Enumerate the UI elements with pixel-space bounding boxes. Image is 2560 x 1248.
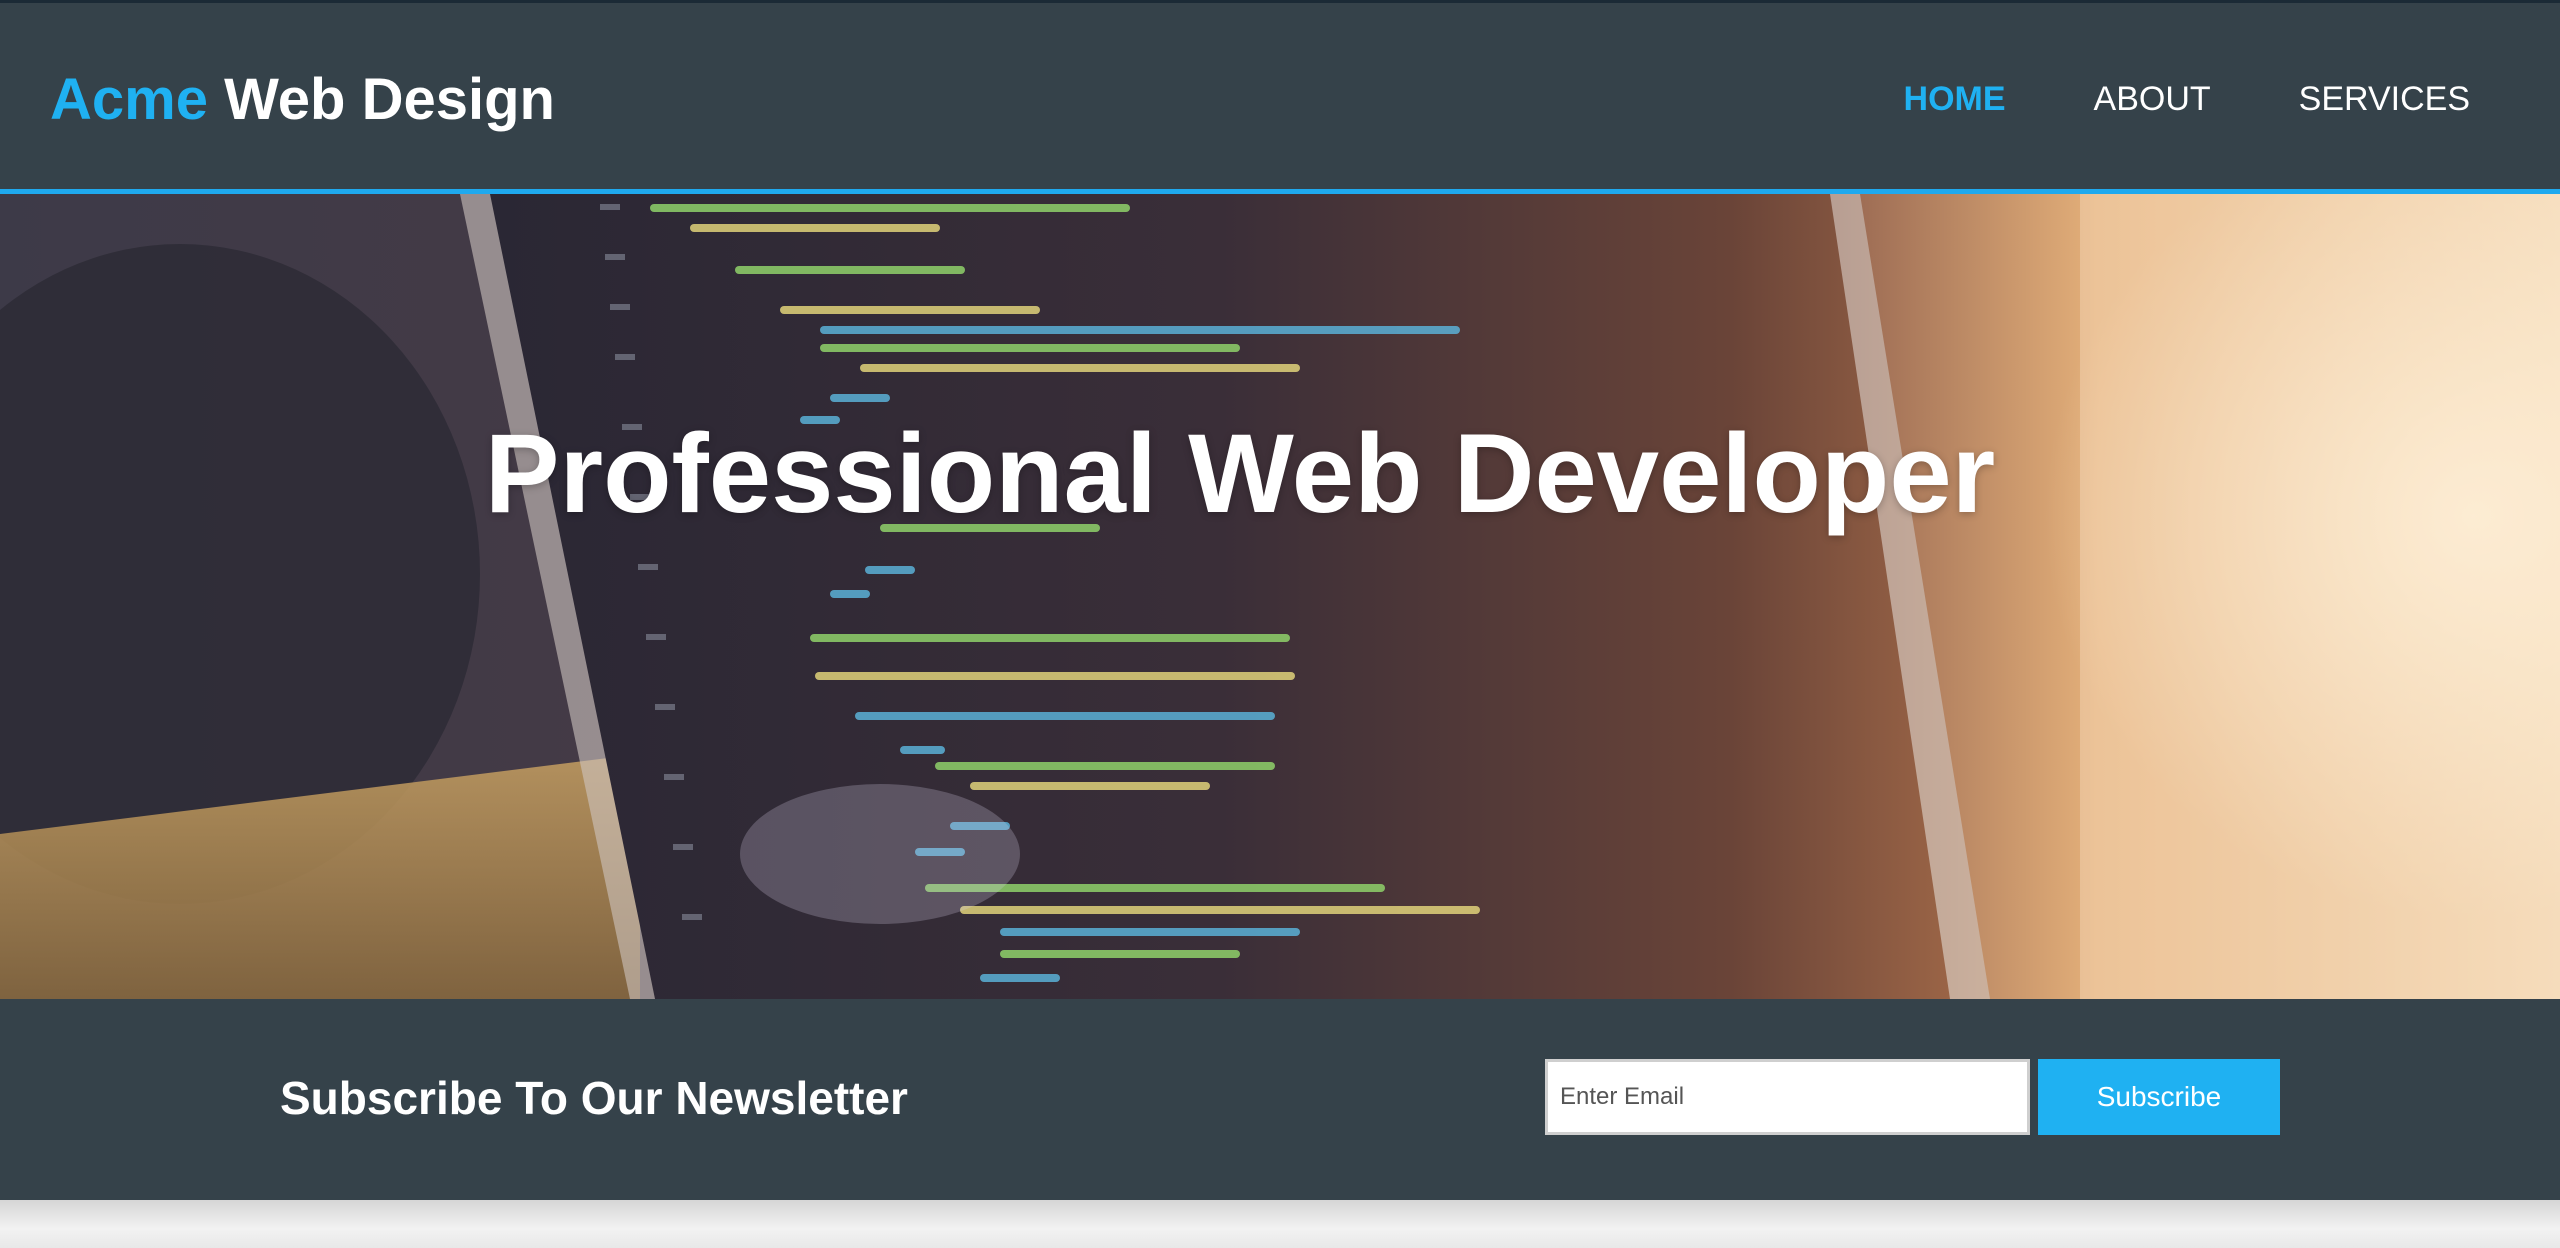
nav-item-services: SERVICES: [2299, 77, 2470, 121]
page: Acme Web Design HOME ABOUT SERVICES Prof…: [0, 0, 2560, 1248]
page-bottom-edge: [0, 1200, 2560, 1248]
hero-title: Professional Web Developer: [484, 411, 1996, 536]
main-nav: HOME ABOUT SERVICES: [1904, 77, 2470, 121]
nav-item-home: HOME: [1904, 77, 2006, 121]
nav-link-services[interactable]: SERVICES: [2299, 77, 2470, 121]
nav-item-about: ABOUT: [2094, 77, 2211, 121]
nav-link-about[interactable]: ABOUT: [2094, 77, 2211, 121]
nav-link-home[interactable]: HOME: [1904, 77, 2006, 121]
showcase-hero: Professional Web Developer: [0, 194, 2560, 999]
subscribe-button[interactable]: Subscribe: [2038, 1059, 2280, 1135]
brand-rest: Web Design: [207, 67, 555, 132]
site-logo[interactable]: Acme Web Design: [50, 65, 555, 135]
hero-background-image: [0, 194, 2560, 999]
site-header: Acme Web Design HOME ABOUT SERVICES: [0, 0, 2560, 194]
brand-highlight: Acme: [50, 67, 208, 132]
newsletter-section: Subscribe To Our Newsletter Subscribe: [0, 999, 2560, 1200]
email-input[interactable]: [1545, 1059, 2030, 1135]
newsletter-heading: Subscribe To Our Newsletter: [280, 1072, 908, 1124]
newsletter-form: Subscribe: [1545, 1059, 2280, 1135]
